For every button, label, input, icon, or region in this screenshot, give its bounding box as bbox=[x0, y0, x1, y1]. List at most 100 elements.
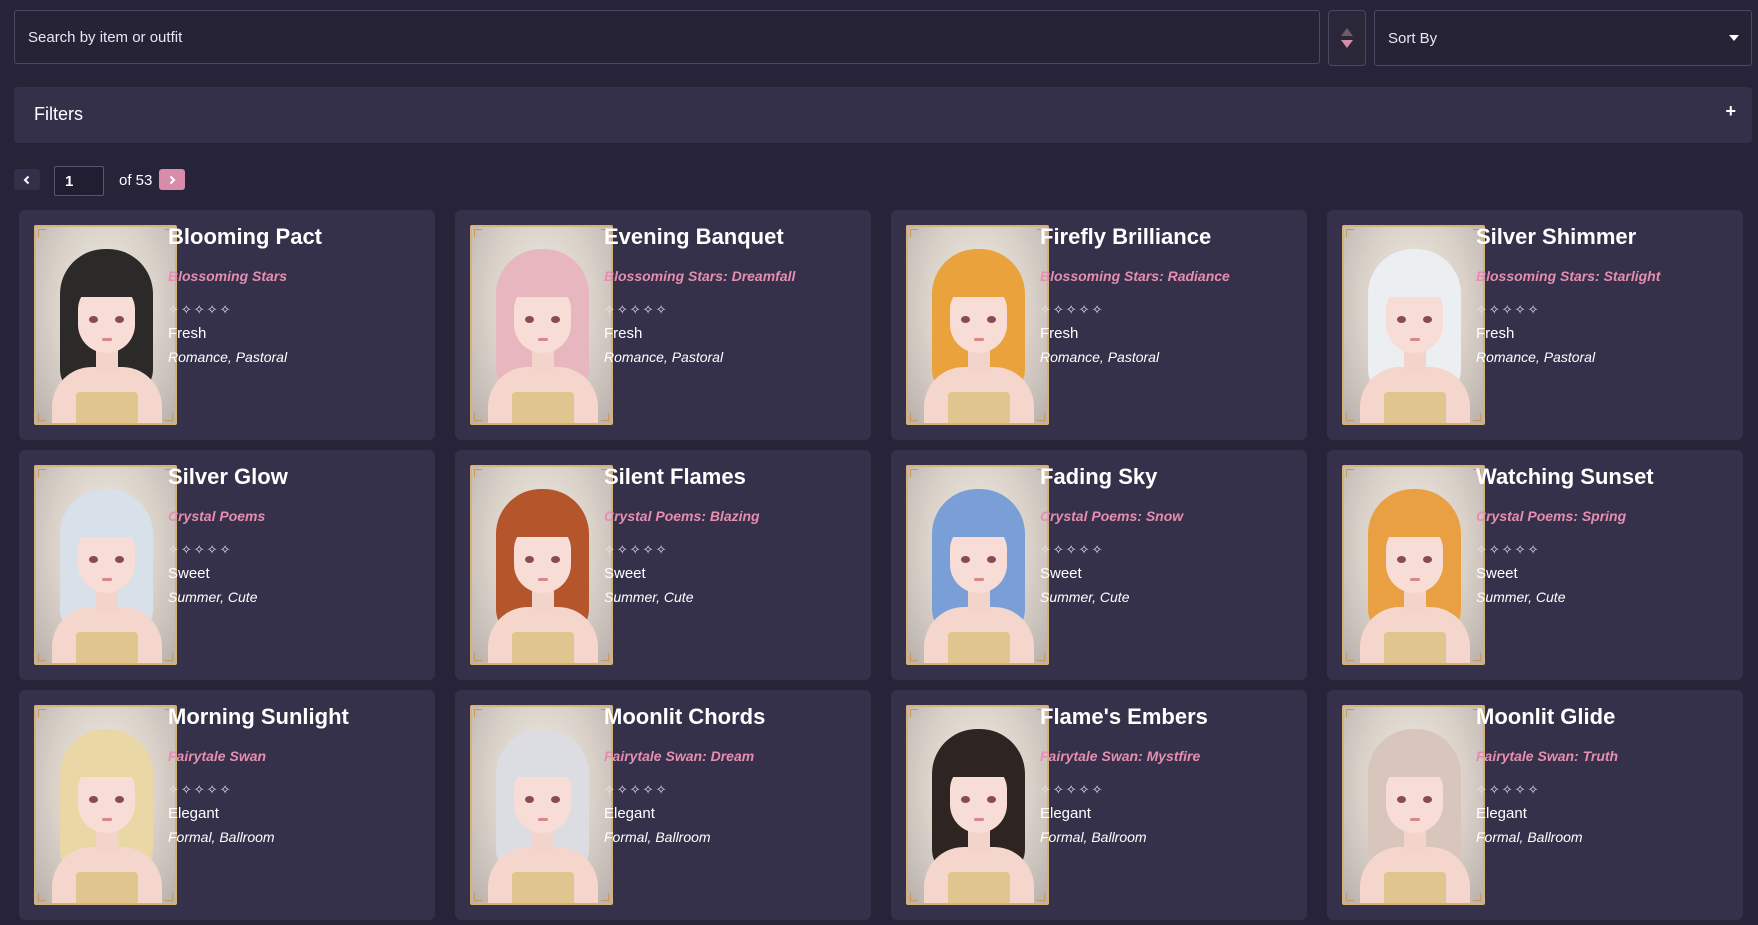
outfit-style: Elegant bbox=[1476, 805, 1527, 822]
page-number-input[interactable]: 1 bbox=[54, 166, 104, 196]
outfit-series: Crystal Poems bbox=[168, 508, 266, 524]
outfit-card[interactable]: Silent Flames Crystal Poems: Blazing ✧✧✧✧✧… bbox=[455, 450, 871, 680]
search-input[interactable]: Search by item or outfit bbox=[14, 10, 1320, 64]
outfit-name[interactable]: Fading Sky bbox=[1040, 464, 1157, 490]
outfit-tags: Formal, Ballroom bbox=[604, 829, 711, 845]
outfit-portrait-image bbox=[470, 465, 613, 665]
toolbar: Search by item or outfit Sort By bbox=[14, 10, 1752, 66]
outfit-card[interactable]: Morning Sunlight Fairytale Swan ✧✧✧✧✧ Elega… bbox=[19, 690, 435, 920]
outfit-series: Blossoming Stars: Dreamfall bbox=[604, 268, 796, 284]
outfit-style: Elegant bbox=[168, 805, 219, 822]
outfit-tags: Romance, Pastoral bbox=[1476, 349, 1596, 365]
pagination: 1 of 53 bbox=[14, 166, 414, 196]
outfit-tags: Summer, Cute bbox=[1476, 589, 1566, 605]
outfit-portrait-image bbox=[470, 225, 613, 425]
star-rating: ✧✧✧✧✧ bbox=[1476, 542, 1541, 557]
outfit-style: Elegant bbox=[604, 805, 655, 822]
sort-arrows-icon bbox=[1341, 28, 1353, 48]
outfit-series: Crystal Poems: Spring bbox=[1476, 508, 1627, 524]
outfit-series: Blossoming Stars: Starlight bbox=[1476, 268, 1661, 284]
outfit-portrait-image bbox=[1342, 705, 1485, 905]
outfit-card[interactable]: Silver Shimmer Blossoming Stars: Starligh… bbox=[1327, 210, 1743, 440]
outfit-portrait-image bbox=[906, 225, 1049, 425]
outfit-portrait-image bbox=[34, 465, 177, 665]
search-placeholder: Search by item or outfit bbox=[28, 28, 183, 46]
outfit-portrait-image bbox=[1342, 225, 1485, 425]
outfit-tags: Summer, Cute bbox=[168, 589, 258, 605]
outfit-portrait-image bbox=[1342, 465, 1485, 665]
star-rating: ✧✧✧✧✧ bbox=[168, 542, 233, 557]
outfit-portrait-image bbox=[906, 465, 1049, 665]
outfit-series: Fairytale Swan: Dream bbox=[604, 748, 755, 764]
page-count: of 53 bbox=[119, 172, 153, 189]
outfit-portrait-image bbox=[34, 225, 177, 425]
outfit-portrait-image bbox=[34, 705, 177, 905]
outfit-card[interactable]: Silver Glow Crystal Poems ✧✧✧✧✧ Sweet Summer… bbox=[19, 450, 435, 680]
outfit-name[interactable]: Moonlit Glide bbox=[1476, 704, 1615, 730]
outfit-portrait-image bbox=[906, 705, 1049, 905]
star-rating: ✧✧✧✧✧ bbox=[168, 782, 233, 797]
outfit-style: Sweet bbox=[1040, 565, 1082, 582]
star-rating: ✧✧✧✧✧ bbox=[1476, 782, 1541, 797]
outfit-style: Fresh bbox=[604, 325, 643, 342]
star-rating: ✧✧✧✧✧ bbox=[1040, 782, 1105, 797]
star-rating: ✧✧✧✧✧ bbox=[168, 302, 233, 317]
outfit-style: Fresh bbox=[1040, 325, 1079, 342]
outfit-series: Fairytale Swan: Truth bbox=[1476, 748, 1619, 764]
star-rating: ✧✧✧✧✧ bbox=[1040, 542, 1105, 557]
outfit-tags: Summer, Cute bbox=[1040, 589, 1130, 605]
outfit-tags: Romance, Pastoral bbox=[604, 349, 724, 365]
outfit-name[interactable]: Silent Flames bbox=[604, 464, 746, 490]
outfit-tags: Romance, Pastoral bbox=[1040, 349, 1160, 365]
outfit-tags: Formal, Ballroom bbox=[1476, 829, 1583, 845]
outfit-series: Crystal Poems: Snow bbox=[1040, 508, 1184, 524]
outfit-card[interactable]: Blooming Pact Blossoming Stars ✧✧✧✧✧ Fresh R… bbox=[19, 210, 435, 440]
outfit-style: Fresh bbox=[168, 325, 207, 342]
star-rating: ✧✧✧✧✧ bbox=[604, 542, 669, 557]
prev-page-button[interactable] bbox=[14, 169, 40, 190]
outfit-tags: Formal, Ballroom bbox=[168, 829, 275, 845]
star-rating: ✧✧✧✧✧ bbox=[1476, 302, 1541, 317]
expand-icon[interactable]: + bbox=[1725, 101, 1736, 122]
outfit-card[interactable]: Moonlit Chords Fairytale Swan: Dream ✧✧✧✧✧… bbox=[455, 690, 871, 920]
outfit-style: Sweet bbox=[604, 565, 646, 582]
outfit-style: Sweet bbox=[168, 565, 210, 582]
outfit-series: Blossoming Stars bbox=[168, 268, 288, 284]
outfit-name[interactable]: Blooming Pact bbox=[168, 224, 322, 250]
star-rating: ✧✧✧✧✧ bbox=[1040, 302, 1105, 317]
outfit-tags: Summer, Cute bbox=[604, 589, 694, 605]
outfit-style: Fresh bbox=[1476, 325, 1515, 342]
outfit-name[interactable]: Flame's Embers bbox=[1040, 704, 1208, 730]
filters-panel[interactable]: Filters + bbox=[14, 87, 1752, 143]
outfit-series: Blossoming Stars: Radiance bbox=[1040, 268, 1230, 284]
chevron-down-icon bbox=[1729, 35, 1739, 41]
outfit-series: Crystal Poems: Blazing bbox=[604, 508, 760, 524]
outfit-name[interactable]: Moonlit Chords bbox=[604, 704, 765, 730]
outfit-series: Fairytale Swan bbox=[168, 748, 267, 764]
sort-by-select[interactable]: Sort By bbox=[1374, 10, 1752, 66]
outfit-card[interactable]: Watching Sunset Crystal Poems: Spring ✧✧✧✧… bbox=[1327, 450, 1743, 680]
star-rating: ✧✧✧✧✧ bbox=[604, 302, 669, 317]
sort-direction-toggle[interactable] bbox=[1328, 10, 1366, 66]
next-page-button[interactable] bbox=[159, 169, 185, 190]
outfit-name[interactable]: Silver Shimmer bbox=[1476, 224, 1636, 250]
outfit-name[interactable]: Firefly Brilliance bbox=[1040, 224, 1211, 250]
outfit-tags: Romance, Pastoral bbox=[168, 349, 288, 365]
outfit-tags: Formal, Ballroom bbox=[1040, 829, 1147, 845]
outfit-card[interactable]: Moonlit Glide Fairytale Swan: Truth ✧✧✧✧✧ E… bbox=[1327, 690, 1743, 920]
outfit-style: Sweet bbox=[1476, 565, 1518, 582]
filters-title: Filters bbox=[34, 104, 83, 124]
outfit-name[interactable]: Silver Glow bbox=[168, 464, 288, 490]
chevron-right-icon bbox=[169, 175, 176, 184]
outfit-card[interactable]: Firefly Brilliance Blossoming Stars: Radi… bbox=[891, 210, 1307, 440]
outfit-card[interactable]: Fading Sky Crystal Poems: Snow ✧✧✧✧✧ Sweet S… bbox=[891, 450, 1307, 680]
star-rating: ✧✧✧✧✧ bbox=[604, 782, 669, 797]
outfit-series: Fairytale Swan: Mystfire bbox=[1040, 748, 1201, 764]
chevron-left-icon bbox=[23, 175, 30, 184]
outfit-name[interactable]: Morning Sunlight bbox=[168, 704, 349, 730]
outfit-name[interactable]: Evening Banquet bbox=[604, 224, 784, 250]
outfit-card[interactable]: Flame's Embers Fairytale Swan: Mystfire ✧✧… bbox=[891, 690, 1307, 920]
outfit-name[interactable]: Watching Sunset bbox=[1476, 464, 1654, 490]
sort-by-label: Sort By bbox=[1388, 29, 1438, 47]
outfit-card[interactable]: Evening Banquet Blossoming Stars: Dreamfa… bbox=[455, 210, 871, 440]
